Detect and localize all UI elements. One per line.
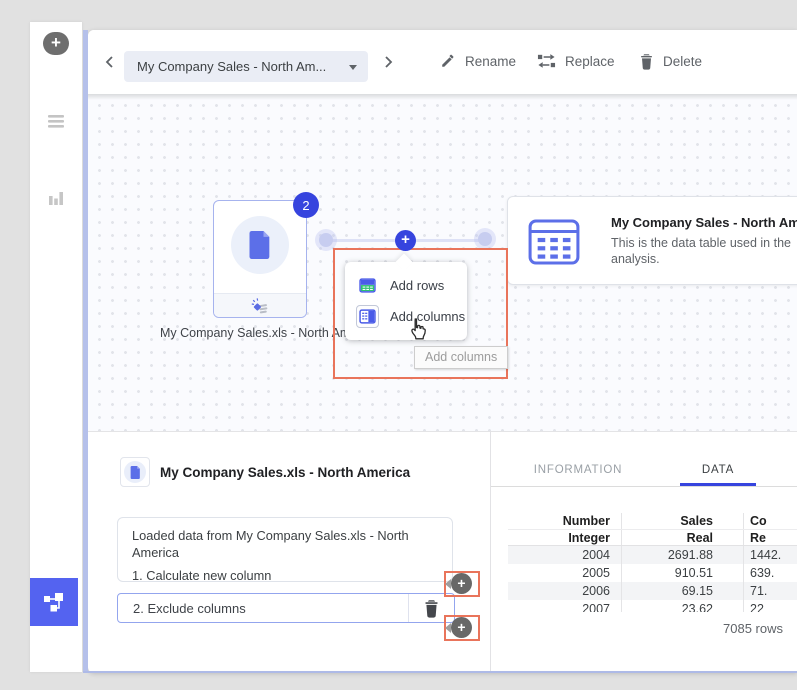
menu-item-add-rows[interactable]: Add rows — [345, 270, 467, 301]
add-rows-icon — [356, 274, 379, 297]
source-tile — [120, 457, 150, 487]
cell: 71. — [743, 582, 797, 600]
table-row: 2005 910.51 639. — [508, 564, 797, 582]
add-columns-icon — [356, 305, 379, 328]
panel-bottom-accent-border — [83, 671, 797, 673]
chevron-down-icon — [349, 65, 357, 70]
replace-button[interactable]: Replace — [537, 53, 615, 69]
column-type: Re — [743, 530, 797, 545]
selected-step-card[interactable]: 2. Exclude columns — [117, 593, 455, 623]
rename-label: Rename — [465, 54, 516, 69]
cell: 2004 — [508, 546, 621, 564]
replace-label: Replace — [565, 54, 615, 69]
rename-button[interactable]: Rename — [440, 53, 516, 69]
document-icon — [130, 466, 141, 479]
cell: 2005 — [508, 564, 621, 582]
back-chevron-icon[interactable] — [103, 55, 117, 69]
source-table-dropdown-value: My Company Sales - North Am... — [137, 59, 326, 74]
column-name: Number — [508, 513, 621, 529]
cell: 23.62 — [621, 600, 743, 612]
insert-transformation-button[interactable]: + — [395, 230, 416, 251]
pencil-icon — [440, 53, 456, 69]
source-table-dropdown[interactable]: My Company Sales - North Am... — [124, 51, 368, 82]
cell: 2006 — [508, 582, 621, 600]
column-type: Real — [621, 530, 743, 545]
source-title: My Company Sales.xls - North America — [160, 465, 410, 480]
tabs-bottom-line — [491, 486, 797, 487]
column-type: Integer — [508, 530, 621, 545]
data-table-node-title: My Company Sales - North America — [611, 215, 797, 230]
connector-dot-left[interactable] — [319, 233, 333, 247]
tab-data[interactable]: DATA — [683, 464, 753, 476]
add-step-button-1[interactable]: + — [451, 573, 472, 594]
table-header-names: Number Sales Co — [508, 513, 797, 530]
cell: 2691.88 — [621, 546, 743, 564]
add-button[interactable]: + — [43, 32, 69, 55]
data-canvas-tab[interactable] — [30, 578, 78, 626]
file-node-footer — [214, 293, 306, 317]
table-row: 2007 23.62 22 — [508, 600, 797, 612]
data-table-icon — [526, 214, 582, 270]
add-step-button-2[interactable]: + — [451, 617, 472, 638]
data-preview-table[interactable]: Number Sales Co Integer Real Re 2004 269… — [508, 513, 797, 612]
cell: 639. — [743, 564, 797, 582]
hand-cursor-icon — [404, 316, 430, 342]
menu-item-label: Add rows — [390, 278, 444, 293]
cell: 2007 — [508, 600, 621, 612]
tooltip: Add columns — [414, 346, 508, 369]
file-node-avatar — [231, 216, 289, 274]
data-canvas-panel: My Company Sales - North Am... Rename Re… — [88, 30, 797, 673]
source-file-node[interactable] — [213, 200, 307, 318]
column-name: Sales — [621, 513, 743, 529]
cell: 22 — [743, 600, 797, 612]
bottom-panel-divider — [88, 431, 797, 432]
history-card[interactable]: Loaded data from My Company Sales.xls - … — [117, 517, 453, 582]
delete-label: Delete — [663, 54, 702, 69]
cell: 1442. — [743, 546, 797, 564]
panel-left-accent-border — [83, 30, 88, 673]
selected-step-label: 2. Exclude columns — [118, 601, 408, 616]
delete-button[interactable]: Delete — [639, 53, 702, 70]
details-preview-divider — [490, 431, 491, 673]
active-tab-underline — [680, 483, 756, 486]
plus-icon: + — [51, 33, 61, 52]
connector-dot-right[interactable] — [478, 232, 492, 246]
source-avatar — [124, 461, 146, 483]
canvas-toolbar: My Company Sales - North Am... Rename Re… — [88, 30, 797, 94]
row-count: 7085 rows — [628, 621, 783, 636]
plus-icon: + — [457, 575, 465, 591]
bar-chart-icon[interactable] — [46, 188, 66, 208]
tab-information[interactable]: INFORMATION — [528, 464, 628, 476]
column-name: Co — [743, 513, 797, 529]
cell: 69.15 — [621, 582, 743, 600]
history-step-1: 1. Calculate new column — [132, 567, 438, 584]
pages-icon[interactable] — [46, 112, 66, 132]
table-row: 2006 69.15 71. — [508, 582, 797, 600]
data-table-node[interactable]: My Company Sales - North America This is… — [507, 196, 797, 285]
swap-arrows-icon — [537, 53, 556, 69]
data-table-node-description: This is the data table used in the analy… — [611, 235, 797, 267]
forward-chevron-icon[interactable] — [381, 55, 395, 69]
table-header-types: Integer Real Re — [508, 530, 797, 546]
cell: 910.51 — [621, 564, 743, 582]
plus-icon: + — [457, 619, 465, 635]
document-icon — [248, 231, 272, 259]
node-count-badge: 2 — [293, 192, 319, 218]
data-canvas-icon — [42, 590, 66, 614]
plus-icon: + — [401, 231, 410, 248]
trash-icon — [639, 53, 654, 70]
left-sidebar: + — [30, 22, 82, 672]
trash-icon — [423, 599, 440, 618]
transform-icon — [251, 297, 269, 315]
table-row: 2004 2691.88 1442. — [508, 546, 797, 564]
history-loaded-text: Loaded data from My Company Sales.xls - … — [132, 527, 438, 561]
